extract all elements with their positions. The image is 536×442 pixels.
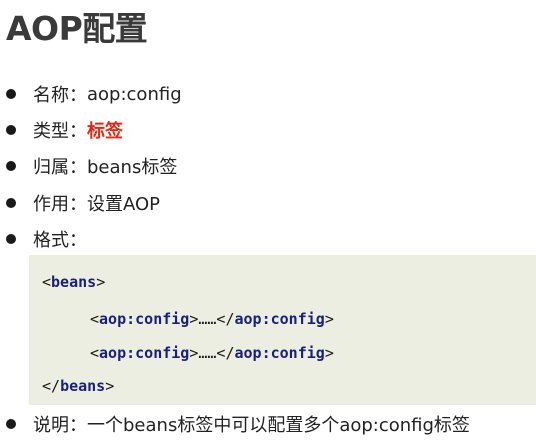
page-title: AOP配置 (6, 9, 148, 48)
item-value: beans标签 (87, 157, 178, 178)
item-label: 类型： (33, 121, 87, 142)
bullet-dot (6, 89, 16, 99)
item-value-highlight: 标签 (87, 121, 123, 142)
code-punct: < (42, 273, 52, 291)
code-punct: < (90, 344, 100, 362)
bullet-dot (6, 125, 16, 135)
bullet-dot (6, 234, 16, 244)
bullet-dot (6, 198, 16, 208)
list-item-name: 名称： aop:config (6, 81, 182, 107)
code-punct: > (324, 344, 334, 362)
item-label: 名称： (33, 85, 87, 106)
code-punct: < (90, 310, 100, 328)
item-label: 说明： (33, 415, 87, 436)
code-punct: >……</ (189, 310, 235, 328)
list-item-note: 说明： 一个beans标签中可以配置多个aop:config标签 (6, 411, 470, 437)
list-item-belongs: 归属： beans标签 (6, 153, 177, 179)
list-item-purpose: 作用： 设置AOP (6, 190, 160, 216)
item-value: 设置AOP (87, 194, 161, 215)
item-value: 一个beans标签中可以配置多个aop:config标签 (87, 415, 470, 436)
code-punct: > (324, 310, 334, 328)
item-label: 归属： (33, 157, 87, 178)
bullet-dot (6, 161, 16, 171)
code-line-2: <aop:config>……</aop:config> (90, 310, 334, 328)
item-value: aop:config (87, 83, 182, 105)
bullet-dot (6, 419, 16, 429)
item-label: 格式： (33, 230, 87, 251)
code-punct: >……</ (189, 344, 235, 362)
code-punct: > (105, 377, 115, 395)
list-item-format: 格式： (6, 226, 87, 252)
code-punct: </ (42, 377, 61, 395)
code-keyword: beans (51, 273, 97, 291)
code-line-1: <beans> (42, 273, 105, 291)
code-line-4: </beans> (42, 377, 114, 395)
code-keyword: aop:config (234, 344, 325, 362)
code-punct: > (96, 273, 106, 291)
item-label: 作用： (33, 194, 87, 215)
code-line-3: <aop:config>……</aop:config> (90, 344, 334, 362)
code-keyword: aop:config (99, 310, 190, 328)
code-keyword: beans (60, 377, 106, 395)
code-keyword: aop:config (99, 344, 190, 362)
list-item-type: 类型： 标签 (6, 117, 123, 143)
code-block: <beans> <aop:config>……</aop:config> <aop… (29, 255, 536, 405)
code-keyword: aop:config (234, 310, 325, 328)
